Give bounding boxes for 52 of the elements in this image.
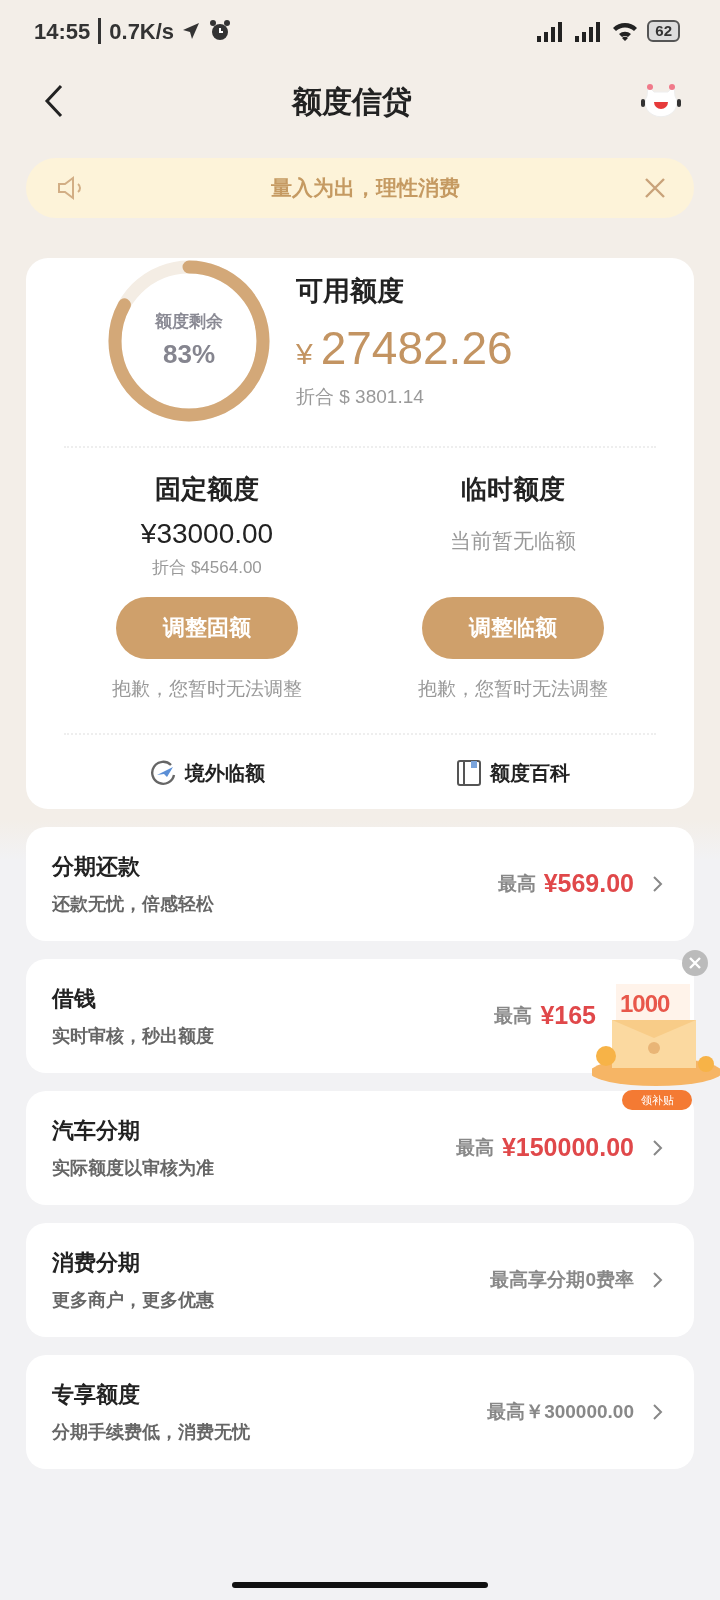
max-amount: ¥165 <box>540 1000 596 1032</box>
alarm-clock-icon <box>208 19 233 43</box>
ring-percent: 83% <box>161 337 216 371</box>
location-arrow-icon <box>182 22 201 40</box>
close-icon[interactable] <box>644 177 666 199</box>
wifi-icon <box>611 20 640 42</box>
max-label: 最高 <box>455 1135 494 1160</box>
page-title: 额度信贷 <box>292 83 412 120</box>
link-button[interactable]: 额度百科 <box>450 757 576 789</box>
limit-title: 临时额度 <box>461 473 565 506</box>
product-subtitle: 分期手续费低，消费无忧 <box>52 1421 250 1444</box>
back-icon[interactable] <box>44 84 64 118</box>
product-title: 消费分期 <box>52 1249 141 1277</box>
currency-symbol: ¥ <box>296 335 313 372</box>
ring-label: 额度剩余 <box>155 310 223 333</box>
limit-title: 固定额度 <box>155 473 259 506</box>
divider-icon <box>98 18 102 44</box>
battery-indicator: 62 <box>647 20 680 42</box>
product-subtitle: 实际额度以审核为准 <box>52 1157 214 1180</box>
plane-icon <box>149 759 177 787</box>
max-label: 最高 <box>497 871 536 896</box>
network-speed: 0.7K/s <box>109 17 175 46</box>
product-title: 分期还款 <box>52 853 141 881</box>
product-offer: 最高￥300000.00 <box>487 1399 634 1424</box>
product-title: 汽车分期 <box>52 1117 141 1145</box>
converted-amount: 折合 $4564.00 <box>152 557 262 579</box>
product-subtitle: 实时审核，秒出额度 <box>52 1025 214 1048</box>
notice-text: 抱歉，您暂时无法调整 <box>112 676 302 701</box>
link-button[interactable]: 境外临额 <box>143 757 271 789</box>
available-label: 可用额度 <box>296 275 405 308</box>
max-amount: ¥150000.00 <box>501 1132 634 1164</box>
max-amount: ¥569.00 <box>543 868 634 900</box>
status-time: 14:55 <box>34 17 91 46</box>
converted-amount: 折合 $ 3801.14 <box>296 384 425 409</box>
product-subtitle: 更多商户，更多优惠 <box>52 1289 214 1312</box>
product-row[interactable]: 分期还款 还款无忧，倍感轻松 最高 ¥569.00 <box>26 827 694 941</box>
notice-text: 抱歉，您暂时无法调整 <box>418 676 608 701</box>
product-row[interactable]: 消费分期 更多商户，更多优惠 最高享分期0费率 <box>26 1223 694 1337</box>
limit-amount: ¥33000.00 <box>140 517 274 551</box>
close-icon[interactable] <box>682 950 708 976</box>
max-label: 最高 <box>494 1003 533 1028</box>
empty-text: 当前暂无临额 <box>450 528 576 554</box>
product-title: 专享额度 <box>52 1381 141 1409</box>
available-amount: 27482.26 <box>320 320 513 376</box>
mascot-icon[interactable] <box>640 82 682 120</box>
product-title: 借钱 <box>52 985 97 1013</box>
product-subtitle: 还款无忧，倍感轻松 <box>52 893 214 916</box>
promo-amount: 1000 <box>620 989 670 1019</box>
book-icon <box>456 759 482 787</box>
product-row[interactable]: 专享额度 分期手续费低，消费无忧 最高￥300000.00 <box>26 1355 694 1469</box>
product-offer: 最高享分期0费率 <box>490 1267 634 1292</box>
notice-text: 量入为出，理性消费 <box>270 175 460 202</box>
